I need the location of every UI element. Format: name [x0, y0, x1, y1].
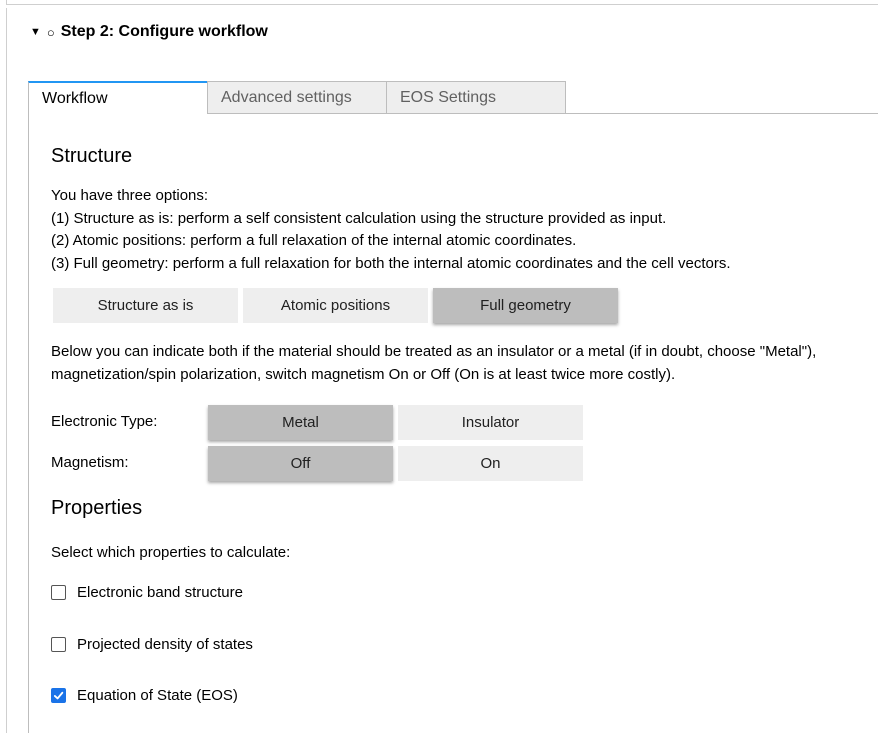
workflow-step-panel: ▼ ○ Step 2: Configure workflow Workflow …: [0, 0, 878, 733]
magnetism-off-button[interactable]: Off: [208, 446, 393, 481]
insulator-button[interactable]: Insulator: [398, 405, 583, 440]
structure-heading: Structure: [51, 145, 133, 167]
intro-line: (3) Full geometry: perform a full relaxa…: [51, 254, 731, 272]
band-structure-checkbox[interactable]: [51, 585, 66, 600]
properties-heading: Properties: [51, 497, 143, 519]
intro-line: (2) Atomic positions: perform a full rel…: [51, 232, 577, 249]
structure-as-is-button[interactable]: Structure as is: [53, 288, 238, 323]
structure-intro: You have three options: (1) Structure as…: [51, 185, 731, 275]
metal-button[interactable]: Metal: [208, 405, 393, 440]
pdos-checkbox[interactable]: [51, 637, 66, 652]
tab-workflow[interactable]: Workflow: [28, 81, 208, 114]
step-header[interactable]: ▼ ○ Step 2: Configure workflow: [30, 23, 268, 41]
tab-panel-border: [28, 113, 29, 733]
electronic-type-label: Electronic Type:: [51, 413, 158, 430]
step-title: Step 2: Configure workflow: [60, 23, 268, 40]
property-band-structure[interactable]: Electronic band structure: [51, 584, 243, 601]
intro-line: (1) Structure as is: perform a self cons…: [51, 209, 667, 227]
magnetism-label: Magnetism:: [51, 454, 129, 471]
tab-bar: Workflow Advanced settings EOS Settings: [28, 81, 878, 114]
pdos-label: Projected density of states: [77, 636, 253, 653]
band-structure-label: Electronic band structure: [77, 584, 243, 601]
tab-advanced-settings[interactable]: Advanced settings: [207, 81, 387, 114]
eos-label: Equation of State (EOS): [77, 687, 238, 704]
intro-line: You have three options:: [51, 187, 209, 204]
full-geometry-button[interactable]: Full geometry: [433, 288, 618, 323]
step-status-icon: ○: [46, 24, 55, 40]
note-line: Below you can indicate both if the mater…: [51, 343, 817, 360]
structure-note: Below you can indicate both if the mater…: [51, 341, 816, 386]
properties-prompt: Select which properties to calculate:: [51, 544, 291, 561]
left-divider: [6, 8, 7, 733]
note-line: magnetization/spin polarization, switch …: [51, 365, 676, 383]
top-divider: [6, 0, 878, 5]
collapse-triangle-icon[interactable]: ▼: [30, 26, 41, 38]
property-eos[interactable]: Equation of State (EOS): [51, 687, 238, 704]
property-pdos[interactable]: Projected density of states: [51, 636, 253, 653]
atomic-positions-button[interactable]: Atomic positions: [243, 288, 428, 323]
magnetism-on-button[interactable]: On: [398, 446, 583, 481]
eos-checkbox[interactable]: [51, 688, 66, 703]
checkmark-icon: [53, 691, 64, 700]
tab-eos-settings[interactable]: EOS Settings: [386, 81, 566, 114]
